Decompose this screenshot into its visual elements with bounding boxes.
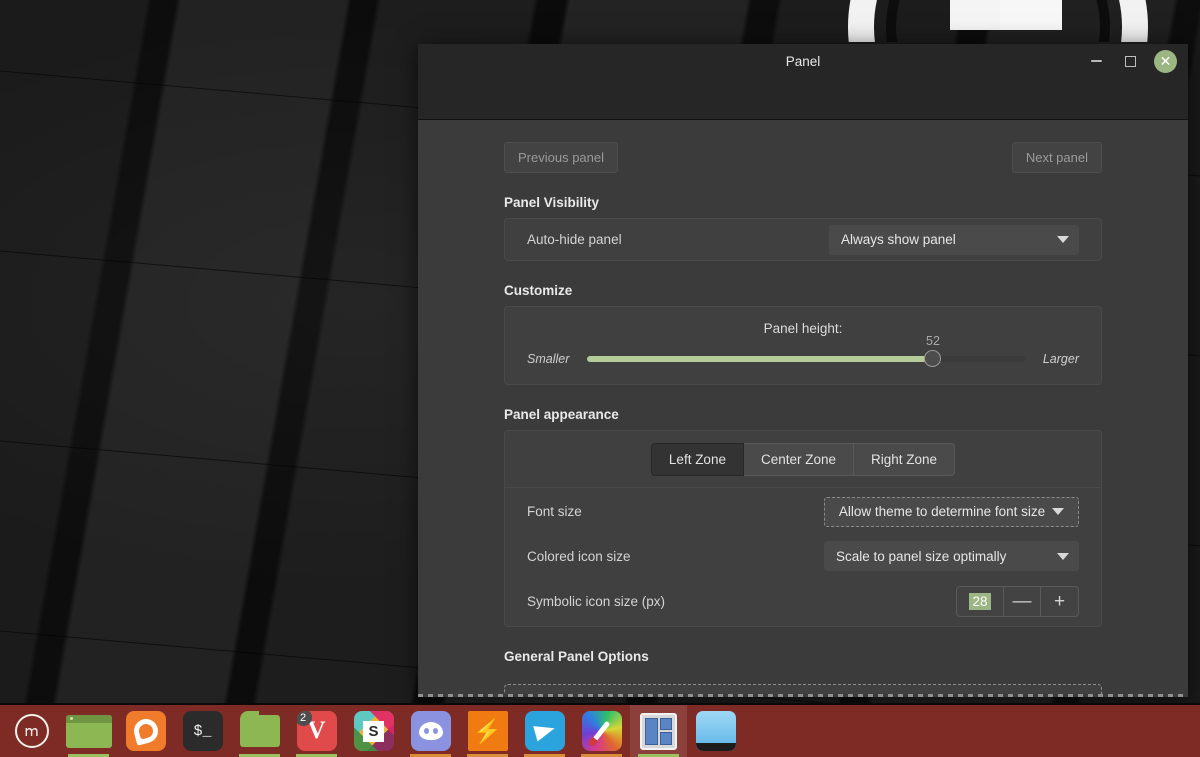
next-panel-button[interactable]: Next panel (1012, 142, 1102, 173)
section-title-appearance: Panel appearance (504, 407, 1102, 422)
minimize-button[interactable] (1086, 51, 1106, 71)
symbolic-icon-size-value: 28 (969, 593, 990, 610)
taskbar-item-terminal[interactable]: $_ (174, 705, 231, 757)
paintbrush-icon (582, 711, 622, 751)
zone-tabs: Left Zone Center Zone Right Zone (651, 443, 955, 476)
chevron-down-icon (1057, 236, 1069, 243)
panel-height-slider[interactable]: 52 (587, 350, 1024, 368)
window-controls: ✕ (1086, 44, 1177, 78)
taskbar-item-bolt-app[interactable]: ⚡ (459, 705, 516, 757)
panel-nav-row: Previous panel Next panel (504, 142, 1102, 173)
visibility-card: Auto-hide panel Always show panel (504, 218, 1102, 261)
customize-card: Panel height: Smaller 52 Larger (504, 306, 1102, 385)
mint-menu-icon: ⅿ (15, 714, 49, 748)
autohide-row: Auto-hide panel Always show panel (505, 219, 1101, 260)
slider-handle[interactable] (924, 350, 941, 367)
section-title-visibility: Panel Visibility (504, 195, 1102, 210)
appearance-card: Left Zone Center Zone Right Zone Font si… (504, 430, 1102, 627)
telegram-icon (525, 711, 565, 751)
taskbar-item-theme-paint[interactable] (573, 705, 630, 757)
colored-icon-size-dropdown[interactable]: Scale to panel size optimally (824, 541, 1079, 571)
previous-panel-button[interactable]: Previous panel (504, 142, 618, 173)
window-title: Panel (786, 54, 821, 69)
colored-icon-size-row: Colored icon size Scale to panel size op… (505, 535, 1101, 577)
font-size-row: Font size Allow theme to determine font … (505, 488, 1101, 535)
firefox-icon (126, 711, 166, 751)
discord-icon (411, 711, 451, 751)
window-bottom-edge (418, 694, 1188, 697)
symbolic-icon-size-stepper[interactable]: 28 — + (956, 586, 1079, 617)
window-titlebar[interactable]: Panel ✕ (418, 44, 1188, 78)
tab-left-zone[interactable]: Left Zone (651, 443, 744, 476)
panel-height-slider-row: Smaller 52 Larger (505, 350, 1101, 368)
plus-icon[interactable]: + (1041, 587, 1078, 616)
slider-min-label: Smaller (527, 352, 569, 366)
zone-tabs-wrap: Left Zone Center Zone Right Zone (505, 431, 1101, 488)
slider-fill (587, 356, 933, 362)
terminal-icon: $_ (183, 711, 223, 751)
green-window-icon (66, 715, 112, 748)
font-size-dropdown[interactable]: Allow theme to determine font size (824, 497, 1079, 527)
slider-max-label: Larger (1043, 352, 1079, 366)
taskbar-item-file-manager[interactable] (231, 705, 288, 757)
section-title-customize: Customize (504, 283, 1102, 298)
folder-icon (240, 711, 280, 751)
tab-center-zone[interactable]: Center Zone (744, 443, 854, 476)
maximize-button[interactable] (1120, 51, 1140, 71)
autohide-dropdown[interactable]: Always show panel (829, 225, 1079, 255)
colored-icon-size-value: Scale to panel size optimally (836, 549, 1006, 564)
panel-layout-icon (640, 713, 677, 750)
taskbar-item-telegram[interactable] (516, 705, 573, 757)
close-icon[interactable]: ✕ (1154, 50, 1177, 73)
panel-settings-window: Panel ✕ Previous panel Next panel Panel … (418, 44, 1188, 697)
chevron-down-icon (1052, 508, 1064, 515)
taskbar-item-discord[interactable] (402, 705, 459, 757)
slider-value-label: 52 (926, 334, 940, 348)
chevron-down-icon (1057, 553, 1069, 560)
minus-icon[interactable]: — (1004, 587, 1041, 616)
autohide-dropdown-value: Always show panel (841, 232, 956, 247)
taskbar-item-panel-settings[interactable] (630, 705, 687, 757)
blue-app-icon (696, 711, 736, 751)
taskbar-item-vivaldi[interactable]: V 2 (288, 705, 345, 757)
taskbar-item-mint-menu[interactable]: ⅿ (3, 705, 60, 757)
window-header-strip (418, 78, 1188, 120)
taskbar-item-firefox[interactable] (117, 705, 174, 757)
symbolic-icon-size-label: Symbolic icon size (px) (527, 594, 956, 609)
notification-badge: 2 (297, 711, 312, 726)
panel-height-label: Panel height: (505, 321, 1101, 336)
taskbar-item-blue-app[interactable] (687, 705, 744, 757)
slack-icon: S (354, 711, 394, 751)
autohide-label: Auto-hide panel (527, 232, 829, 247)
dialog-body: Previous panel Next panel Panel Visibili… (418, 120, 1188, 697)
taskbar-item-green-window-app[interactable] (60, 705, 117, 757)
tab-right-zone[interactable]: Right Zone (854, 443, 955, 476)
symbolic-icon-size-input[interactable]: 28 (957, 587, 1004, 616)
section-title-general: General Panel Options (504, 649, 1102, 664)
taskbar: ⅿ $_ V 2 S ⚡ (0, 703, 1200, 757)
vivaldi-icon: V 2 (297, 711, 337, 751)
symbolic-icon-size-row: Symbolic icon size (px) 28 — + (505, 577, 1101, 626)
bolt-icon: ⚡ (468, 711, 508, 751)
font-size-label: Font size (527, 504, 824, 519)
font-size-dropdown-value: Allow theme to determine font size (839, 504, 1045, 519)
colored-icon-size-label: Colored icon size (527, 549, 824, 564)
taskbar-item-slack[interactable]: S (345, 705, 402, 757)
